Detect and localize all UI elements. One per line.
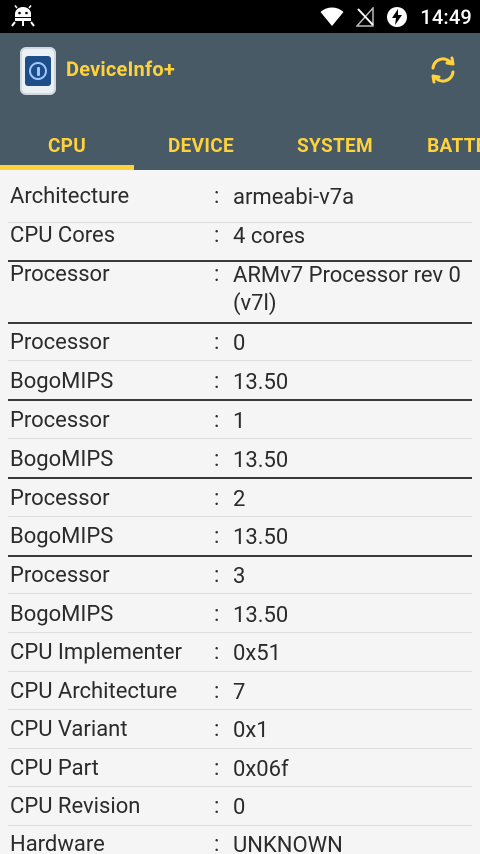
- battery-charging-icon: [387, 6, 408, 27]
- row-divider: [8, 516, 472, 517]
- cpu-info-list[interactable]: Architecture : armeabi-v7a CPU Cores : 4…: [0, 170, 480, 854]
- row-label: CPU Implementer: [10, 640, 182, 665]
- row-value: armeabi-v7a: [233, 185, 355, 210]
- row-separator: :: [214, 369, 220, 394]
- row-label: Processor: [10, 486, 110, 511]
- row-divider: [8, 632, 472, 633]
- row-divider: [8, 825, 472, 826]
- row-label: Processor: [10, 262, 110, 287]
- row-label: CPU Revision: [10, 794, 141, 819]
- section-divider: [8, 555, 472, 557]
- row-divider: [8, 786, 472, 787]
- tab-system[interactable]: SYSTEM: [268, 121, 402, 170]
- row-separator: :: [214, 794, 220, 819]
- row-separator: :: [214, 223, 220, 248]
- row-value: 3: [233, 564, 246, 589]
- app-title: DeviceInfo+: [66, 57, 175, 81]
- app-bar: DeviceInfo+ CPU DEVICE SYSTEM BATTERY: [0, 33, 480, 170]
- row-value: 13.50: [233, 448, 289, 473]
- no-signal-icon: [356, 6, 374, 27]
- row-separator: :: [214, 262, 220, 287]
- row-separator: :: [214, 184, 220, 209]
- row-label: BogoMIPS: [10, 602, 114, 627]
- wifi-icon: [320, 7, 344, 26]
- row-value: 0: [233, 795, 246, 820]
- row-value: 7: [233, 680, 246, 705]
- row-divider: [8, 360, 472, 361]
- row-separator: :: [214, 447, 220, 472]
- tab-bar: CPU DEVICE SYSTEM BATTERY: [0, 121, 480, 170]
- row-value: 4 cores: [233, 224, 306, 249]
- status-bar: 14:49: [0, 0, 480, 33]
- row-separator: :: [214, 524, 220, 549]
- clock: 14:49: [420, 4, 472, 29]
- row-value: 0: [233, 331, 246, 356]
- refresh-icon[interactable]: [428, 55, 458, 85]
- row-value: 0x06f: [233, 757, 289, 782]
- row-separator: :: [214, 679, 220, 704]
- row-separator: :: [214, 563, 220, 588]
- row-separator: :: [214, 602, 220, 627]
- row-label: CPU Part: [10, 756, 99, 781]
- row-value: 0x1: [233, 718, 269, 743]
- row-label: Processor: [10, 563, 110, 588]
- row-divider: [8, 593, 472, 594]
- row-value: 13.50: [233, 603, 289, 628]
- row-divider: [8, 671, 472, 672]
- row-label: Processor: [10, 408, 110, 433]
- android-debug-icon: [11, 5, 35, 27]
- row-separator: :: [214, 330, 220, 355]
- row-value: ARMv7 Processor rev 0 (v7l): [233, 263, 461, 316]
- section-divider: [8, 399, 472, 401]
- app-logo-icon: [20, 47, 56, 95]
- row-value: 13.50: [233, 370, 289, 395]
- row-label: CPU Cores: [10, 223, 116, 248]
- status-icons: 14:49: [320, 0, 472, 33]
- row-value: UNKNOWN: [233, 833, 343, 854]
- row-separator: :: [214, 408, 220, 433]
- row-label: BogoMIPS: [10, 447, 114, 472]
- row-label: Processor: [10, 330, 110, 355]
- section-divider: [8, 322, 472, 324]
- row-value: 0x51: [233, 641, 282, 666]
- row-separator: :: [214, 486, 220, 511]
- row-separator: :: [214, 717, 220, 742]
- row-divider: [8, 438, 472, 439]
- row-value: 13.50: [233, 525, 289, 550]
- row-separator: :: [214, 832, 220, 854]
- row-divider: [8, 709, 472, 710]
- row-label: Hardware: [10, 832, 105, 854]
- tab-cpu[interactable]: CPU: [0, 121, 134, 170]
- row-label: BogoMIPS: [10, 369, 114, 394]
- row-separator: :: [214, 756, 220, 781]
- section-divider: [8, 477, 472, 479]
- tab-battery[interactable]: BATTERY: [402, 121, 480, 170]
- row-divider: [8, 748, 472, 749]
- tab-device[interactable]: DEVICE: [134, 121, 268, 170]
- row-value: 1: [233, 409, 246, 434]
- row-separator: :: [214, 640, 220, 665]
- row-label: Architecture: [10, 184, 130, 209]
- row-value: 2: [233, 487, 246, 512]
- row-label: BogoMIPS: [10, 524, 114, 549]
- row-label: CPU Variant: [10, 717, 128, 742]
- row-label: CPU Architecture: [10, 679, 178, 704]
